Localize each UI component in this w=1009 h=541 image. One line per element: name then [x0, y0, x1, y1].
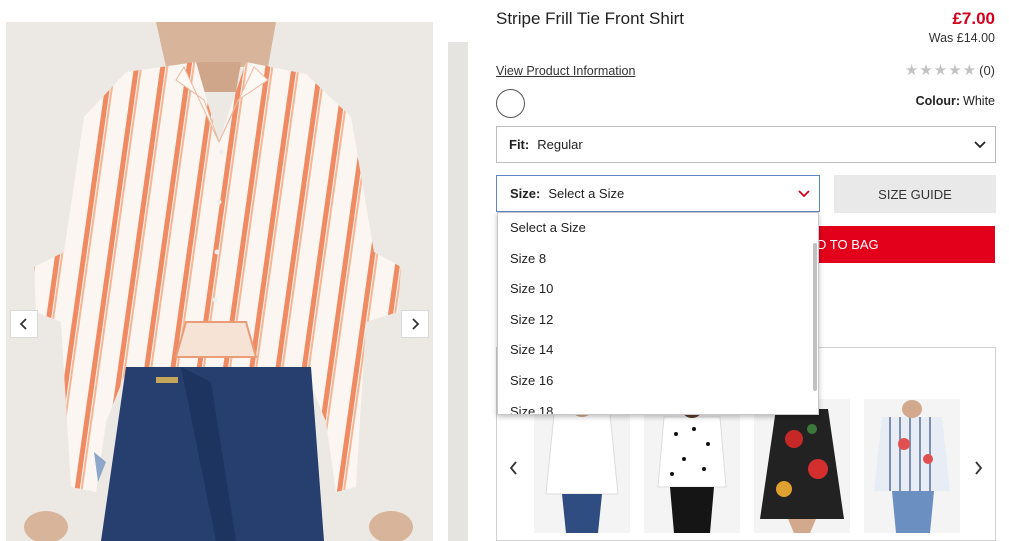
colour-indicator: Colour: White [916, 94, 995, 108]
star-icon: ★ [919, 62, 933, 79]
product-thumbnail [644, 399, 740, 533]
colour-value: White [963, 94, 995, 108]
view-product-information-link[interactable]: View Product Information [496, 64, 635, 78]
size-label: Size: [510, 186, 541, 201]
size-dropdown-list[interactable]: Select a Size Size 8 Size 10 Size 12 Siz… [497, 212, 819, 415]
product-main-image [6, 22, 433, 541]
size-option[interactable]: Size 12 [498, 305, 818, 336]
gallery-next-button[interactable] [401, 310, 429, 338]
chevron-right-icon[interactable] [972, 461, 984, 475]
add-to-bag-label: D TO BAG [817, 237, 879, 252]
size-select[interactable]: Size: Select a Size [496, 175, 820, 212]
size-option[interactable]: Select a Size [498, 213, 818, 244]
fit-value: Regular [537, 137, 583, 152]
product-price: £7.00 [952, 9, 995, 28]
size-option[interactable]: Size 18 [498, 397, 818, 414]
recommended-product[interactable] [864, 399, 960, 533]
rating-count: (0) [979, 63, 995, 78]
star-icon: ★ [933, 62, 948, 79]
chevron-left-icon[interactable] [508, 461, 520, 475]
star-icon: ★ [962, 62, 977, 79]
recommended-product[interactable] [754, 399, 850, 533]
chevron-down-icon [798, 190, 810, 198]
fit-select[interactable]: Fit: Regular [496, 126, 996, 163]
product-title: Stripe Frill Tie Front Shirt [496, 9, 684, 28]
add-to-bag-button[interactable]: D TO BAG [810, 226, 995, 263]
recommended-product[interactable] [534, 399, 630, 533]
size-option[interactable]: Size 14 [498, 335, 818, 366]
product-thumbnail [754, 399, 850, 533]
chevron-left-icon [19, 318, 27, 330]
dropdown-scrollbar[interactable] [813, 243, 817, 391]
model-photo [24, 22, 413, 541]
chevron-right-icon [412, 318, 420, 330]
size-option[interactable]: Size 8 [498, 244, 818, 275]
size-value: Select a Size [548, 186, 625, 201]
size-guide-button[interactable]: SIZE GUIDE [834, 175, 996, 213]
size-option[interactable]: Size 10 [498, 274, 818, 305]
star-icon: ★ [904, 62, 919, 79]
recommended-product[interactable] [644, 399, 740, 533]
gallery-prev-button[interactable] [10, 310, 38, 338]
star-icon: ★ [948, 62, 962, 79]
gallery-next-thumbnail[interactable] [448, 42, 468, 541]
was-price: Was £14.00 [928, 31, 995, 45]
product-thumbnail [864, 399, 960, 533]
product-thumbnail [534, 399, 630, 533]
product-rating[interactable]: ★ ★ ★ ★ ★ (0) [905, 63, 995, 78]
colour-swatch-white[interactable] [496, 89, 525, 118]
chevron-down-icon [974, 141, 986, 149]
colour-label: Colour: [915, 94, 961, 108]
fit-label: Fit: [509, 137, 530, 152]
size-option[interactable]: Size 16 [498, 366, 818, 397]
